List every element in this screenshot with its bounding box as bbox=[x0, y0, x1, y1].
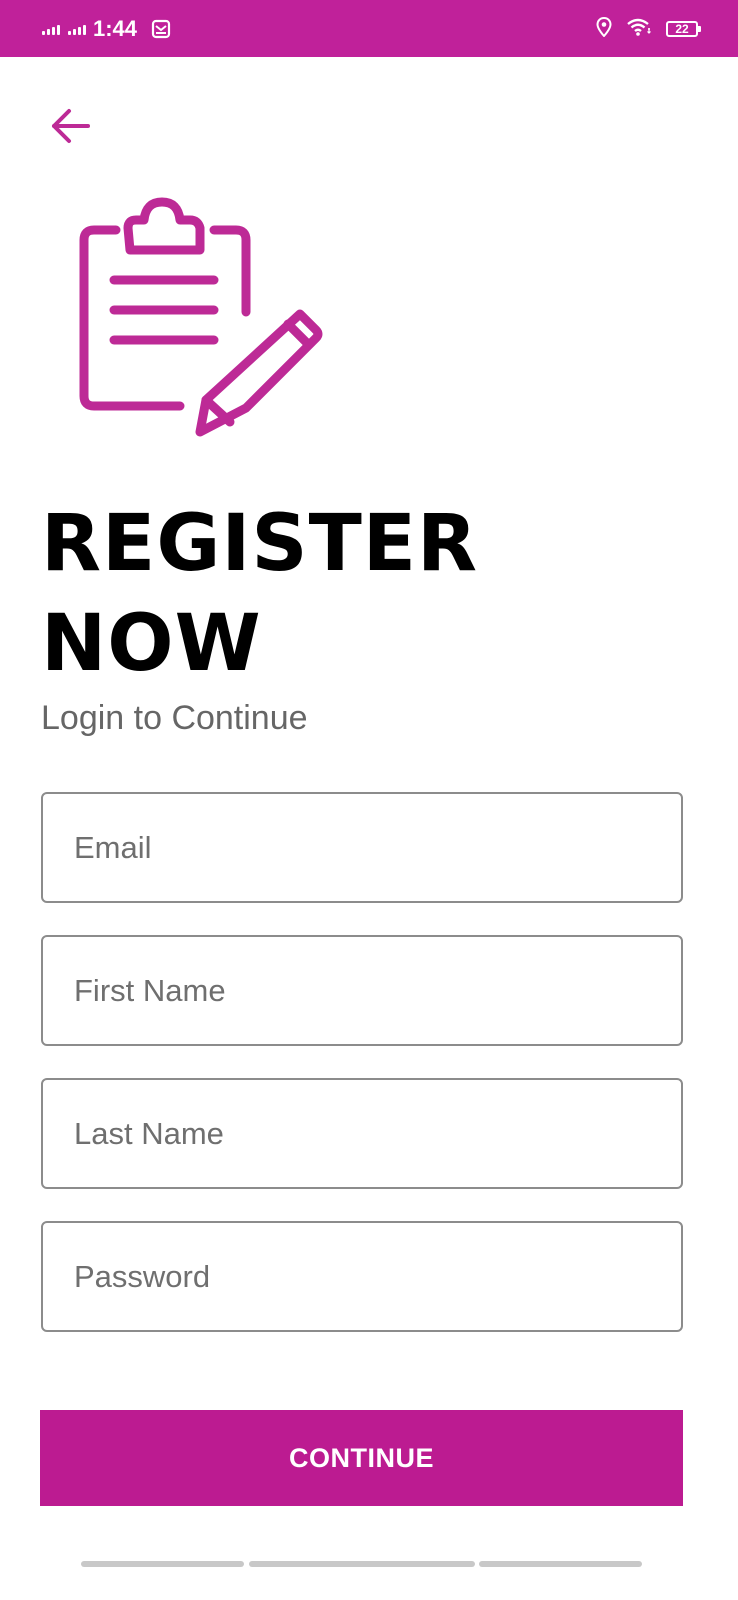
last-name-field[interactable] bbox=[41, 1078, 683, 1189]
clipboard-pencil-icon bbox=[78, 194, 326, 442]
status-bar: 1:44 22 bbox=[0, 0, 738, 57]
nav-handle-right[interactable] bbox=[479, 1561, 642, 1567]
signal-icon bbox=[68, 23, 86, 35]
continue-button[interactable]: CONTINUE bbox=[40, 1410, 683, 1506]
page-subtitle: Login to Continue bbox=[41, 699, 308, 737]
first-name-field[interactable] bbox=[41, 935, 683, 1046]
battery-icon: 22 bbox=[666, 21, 701, 37]
status-left: 1:44 bbox=[42, 14, 171, 44]
message-icon bbox=[151, 19, 171, 39]
back-button[interactable] bbox=[44, 100, 96, 152]
location-icon bbox=[596, 16, 612, 42]
email-field[interactable] bbox=[41, 792, 683, 903]
arrow-left-icon bbox=[52, 109, 90, 143]
page-title: REGISTER NOW bbox=[41, 499, 479, 689]
signal-icon bbox=[42, 23, 60, 35]
status-time: 1:44 bbox=[93, 16, 138, 41]
status-right: 22 bbox=[596, 16, 701, 42]
nav-handle-center[interactable] bbox=[249, 1561, 475, 1567]
wifi-icon bbox=[626, 17, 652, 42]
password-field[interactable] bbox=[41, 1221, 683, 1332]
nav-handle-left[interactable] bbox=[81, 1561, 244, 1567]
